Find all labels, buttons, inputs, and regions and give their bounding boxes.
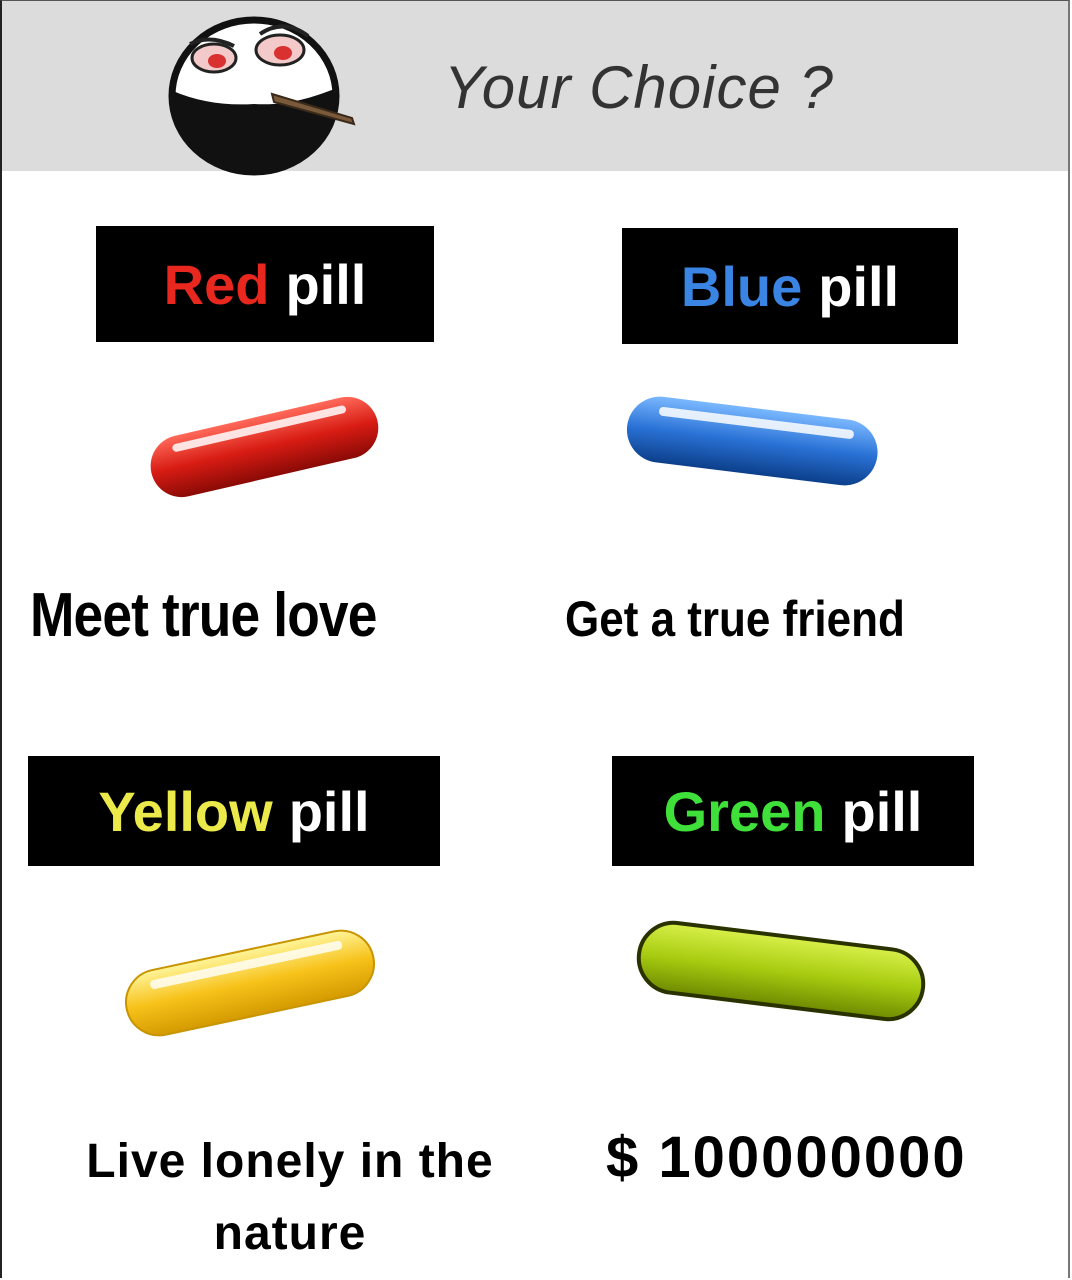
green-pill-label: Green pill (612, 756, 974, 866)
yellow-pill-description: Live lonely in the nature (20, 1126, 560, 1270)
red-pill-label: Red pill (96, 226, 434, 342)
yellow-word: Yellow (98, 779, 273, 843)
header-bar: Your Choice ? (2, 1, 1068, 176)
blue-pill-icon (626, 396, 878, 486)
green-pill-icon (636, 920, 926, 1022)
blue-pill-description: Get a true friend (565, 591, 905, 647)
smirking-face-icon (168, 16, 356, 176)
yellow-pill-icon (125, 929, 375, 1037)
page-title: Your Choice ? (444, 54, 834, 121)
red-word: Red (163, 252, 270, 316)
yellow-description-text: Live lonely in the nature (86, 1135, 494, 1260)
yellow-pill-label: Yellow pill (28, 756, 440, 866)
red-pill-description: Meet true love (30, 581, 377, 650)
blue-word: Blue (680, 254, 803, 318)
red-pill-icon (150, 396, 379, 498)
pill-word: pill (818, 254, 900, 318)
green-word: Green (663, 779, 826, 843)
green-pill-description: $ 100000000 (606, 1125, 967, 1190)
pill-word: pill (288, 779, 370, 843)
blue-pill-label: Blue pill (622, 228, 958, 344)
pill-word: pill (841, 779, 923, 843)
pill-word: pill (285, 252, 367, 316)
